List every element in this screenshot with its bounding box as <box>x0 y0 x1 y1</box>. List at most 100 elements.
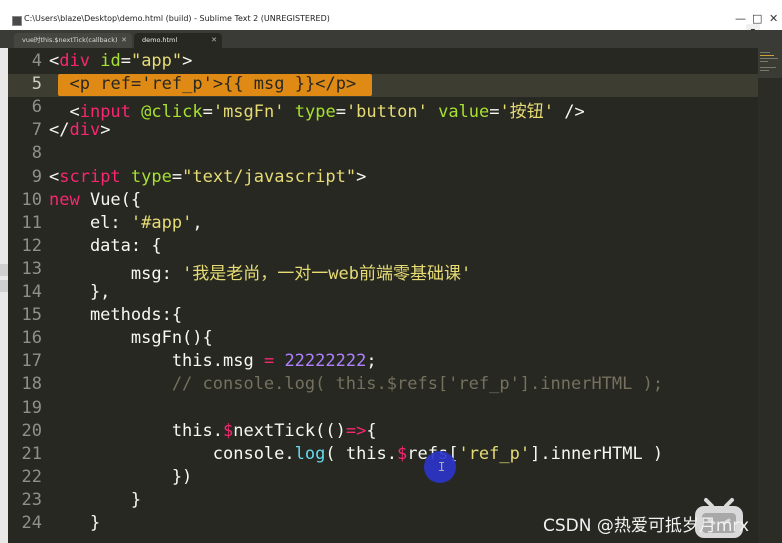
code-token: > <box>345 74 357 95</box>
code-token: div <box>59 51 90 71</box>
line-number: 8 <box>31 143 42 164</box>
code-token: = <box>120 51 131 71</box>
code-token: type <box>130 166 172 187</box>
tab-vue-nexttick[interactable]: vue时this.$nextTick(callback) ✕ <box>14 33 132 48</box>
line-number: 7 <box>31 120 42 141</box>
line-number: 23 <box>21 489 42 510</box>
window-titlebar: C:\Users\blaze\Desktop\demo.html (build)… <box>0 0 782 30</box>
code-token: ; <box>366 351 377 372</box>
left-panel-edge <box>0 48 8 543</box>
code-line[interactable]: <div id="app"> <box>49 51 192 71</box>
code-token: < <box>69 74 80 95</box>
code-line[interactable]: <p ref='ref_p'>{{ msg }}</p> <box>49 74 356 94</box>
code-line[interactable]: this.msg = 22222222; <box>49 351 377 371</box>
code-token: $ <box>223 420 234 441</box>
code-token: > <box>182 51 193 71</box>
line-number: 20 <box>21 420 42 441</box>
code-token: msgFn(){ <box>49 328 213 349</box>
code-line[interactable]: msgFn(){ <box>49 328 213 348</box>
minimap-line <box>760 52 770 53</box>
line-number: 4 <box>31 51 42 71</box>
code-token: "app" <box>130 51 183 71</box>
line-number: 16 <box>21 328 42 349</box>
line-number: 17 <box>21 351 42 372</box>
code-token: = <box>202 102 213 123</box>
text-cursor-icon: I <box>438 460 446 474</box>
code-token: $ <box>397 443 408 464</box>
code-token: p <box>335 74 346 95</box>
code-token: }, <box>49 282 111 302</box>
code-line[interactable]: } <box>49 513 100 533</box>
line-number: 19 <box>21 397 42 418</box>
code-token: ( this. <box>325 443 398 464</box>
code-line[interactable]: this.$nextTick(()=>{ <box>49 421 377 441</box>
code-token: = <box>335 102 346 123</box>
code-token: >{{ msg }}</ <box>212 74 336 95</box>
code-line[interactable]: msg: '我是老尚，一对一web前端零基础课' <box>49 259 471 284</box>
code-token: type <box>294 102 336 123</box>
line-number: 10 <box>21 189 42 210</box>
close-tab-icon[interactable]: ✕ <box>121 33 127 48</box>
code-token: > <box>100 120 111 141</box>
code-token: 'ref_p' <box>141 74 213 95</box>
code-token: = <box>130 74 142 95</box>
code-token: < <box>49 166 60 187</box>
code-token: "text/javascript" <box>182 166 357 187</box>
code-token: , <box>192 212 203 233</box>
code-token: < <box>49 51 60 71</box>
tab-demo-html[interactable]: demo.html ✕ <box>134 33 222 48</box>
code-token: /> <box>554 102 585 123</box>
line-number: 15 <box>21 305 42 326</box>
code-token: ref <box>100 74 131 95</box>
code-line[interactable]: methods:{ <box>49 305 182 325</box>
code-token: } <box>49 489 142 510</box>
tab-label: demo.html <box>142 36 178 44</box>
minimap[interactable] <box>758 48 782 543</box>
code-line[interactable]: console.log( this.$refs['ref_p'].innerHT… <box>49 444 663 464</box>
code-token: new <box>49 189 80 210</box>
code-token: = <box>171 166 183 187</box>
code-token: }) <box>49 466 193 487</box>
code-line[interactable]: new Vue({ <box>49 190 141 210</box>
line-number: 13 <box>21 258 42 279</box>
code-token: '#app' <box>130 212 193 233</box>
code-line[interactable]: }) <box>49 467 192 487</box>
line-number: 21 <box>21 443 42 464</box>
minimap-line <box>760 58 778 59</box>
code-line[interactable]: }, <box>49 282 110 302</box>
code-line[interactable]: <input @click='msgFn' type='button' valu… <box>49 97 585 123</box>
close-tab-icon[interactable]: ✕ <box>211 33 217 48</box>
minimap-line <box>760 67 776 68</box>
code-line[interactable]: el: '#app', <box>49 213 203 233</box>
code-token: { <box>366 420 377 441</box>
code-token: // console.log( this.$refs['ref_p'].inne… <box>49 374 664 395</box>
code-token: id <box>100 51 121 71</box>
code-token: data: { <box>49 235 162 256</box>
line-number: 18 <box>21 374 42 395</box>
code-line[interactable]: data: { <box>49 236 162 256</box>
line-number: 22 <box>21 466 42 487</box>
line-number: 11 <box>21 212 42 233</box>
csdn-watermark: CSDN @热爱可抵岁月mrx <box>543 516 750 536</box>
code-token: methods:{ <box>49 305 183 326</box>
code-token: @click <box>141 102 203 123</box>
code-line[interactable]: <script type="text/javascript"> <box>49 167 366 187</box>
code-token: value <box>438 102 490 123</box>
code-token: ].innerHTML ) <box>530 443 664 464</box>
code-line[interactable]: // console.log( this.$refs['ref_p'].inne… <box>49 374 663 394</box>
mouse-cursor-highlight: I <box>424 451 456 483</box>
code-token: < <box>49 102 80 123</box>
code-token: 'button' <box>345 102 428 123</box>
code-line[interactable]: } <box>49 490 141 510</box>
code-token: nextTick(() <box>233 420 346 441</box>
code-token: this. <box>49 420 223 441</box>
minimize-button[interactable]: — <box>735 12 746 25</box>
code-token: Vue({ <box>79 189 142 210</box>
line-number: 12 <box>21 235 42 256</box>
tab-label: vue时this.$nextTick(callback) <box>22 36 118 44</box>
code-line[interactable]: </div> <box>49 120 110 140</box>
close-button[interactable]: ✕ <box>769 12 778 25</box>
